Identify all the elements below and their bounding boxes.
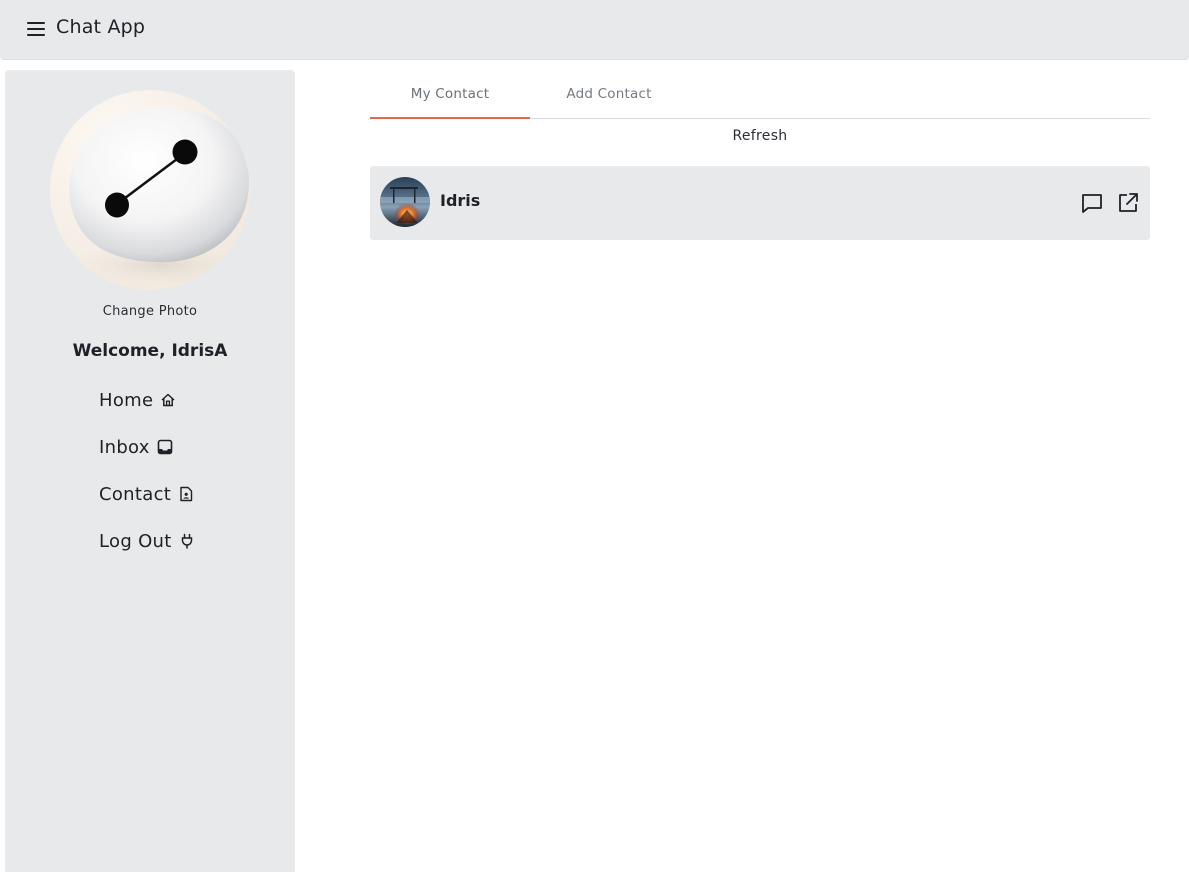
hamburger-menu-icon[interactable] xyxy=(26,21,46,37)
sidebar-item-inbox[interactable]: Inbox xyxy=(99,435,195,459)
change-photo-link[interactable]: Change Photo xyxy=(5,304,295,319)
sidebar-nav: Home Inbox Contact Log Out xyxy=(99,388,195,576)
baymax-face-image xyxy=(69,107,250,287)
plug-icon xyxy=(179,533,195,549)
sidebar-item-contact[interactable]: Contact xyxy=(99,482,195,506)
tab-my-contact[interactable]: My Contact xyxy=(370,78,530,119)
contact-file-icon xyxy=(178,486,194,502)
menu-line xyxy=(27,22,45,24)
refresh-button[interactable]: Refresh xyxy=(370,128,1150,144)
top-app-bar: Chat App xyxy=(0,0,1189,60)
sidebar-item-label: Contact xyxy=(99,483,172,505)
contact-avatar xyxy=(380,177,430,227)
app-title: Chat App xyxy=(56,16,146,38)
home-icon xyxy=(160,392,176,408)
sidebar-item-label: Inbox xyxy=(99,436,150,458)
sidebar-item-home[interactable]: Home xyxy=(99,388,195,412)
profile-photo[interactable] xyxy=(50,90,250,290)
open-external-icon[interactable] xyxy=(1116,191,1140,215)
menu-line xyxy=(27,28,45,30)
menu-line xyxy=(27,34,45,36)
sidebar-item-label: Home xyxy=(99,389,154,411)
welcome-text: Welcome, IdrisA xyxy=(72,341,228,361)
contact-name: Idris xyxy=(440,191,481,210)
inbox-icon xyxy=(157,439,173,455)
contact-tabs: My Contact Add Contact xyxy=(370,78,1150,119)
sidebar-item-label: Log Out xyxy=(99,530,172,552)
tab-add-contact[interactable]: Add Contact xyxy=(529,78,689,118)
contact-list-item[interactable]: Idris xyxy=(370,166,1150,240)
sidebar-item-logout[interactable]: Log Out xyxy=(99,529,195,553)
chat-icon[interactable] xyxy=(1080,191,1104,215)
sidebar: Change Photo Welcome, IdrisA Home Inbox xyxy=(5,70,295,872)
